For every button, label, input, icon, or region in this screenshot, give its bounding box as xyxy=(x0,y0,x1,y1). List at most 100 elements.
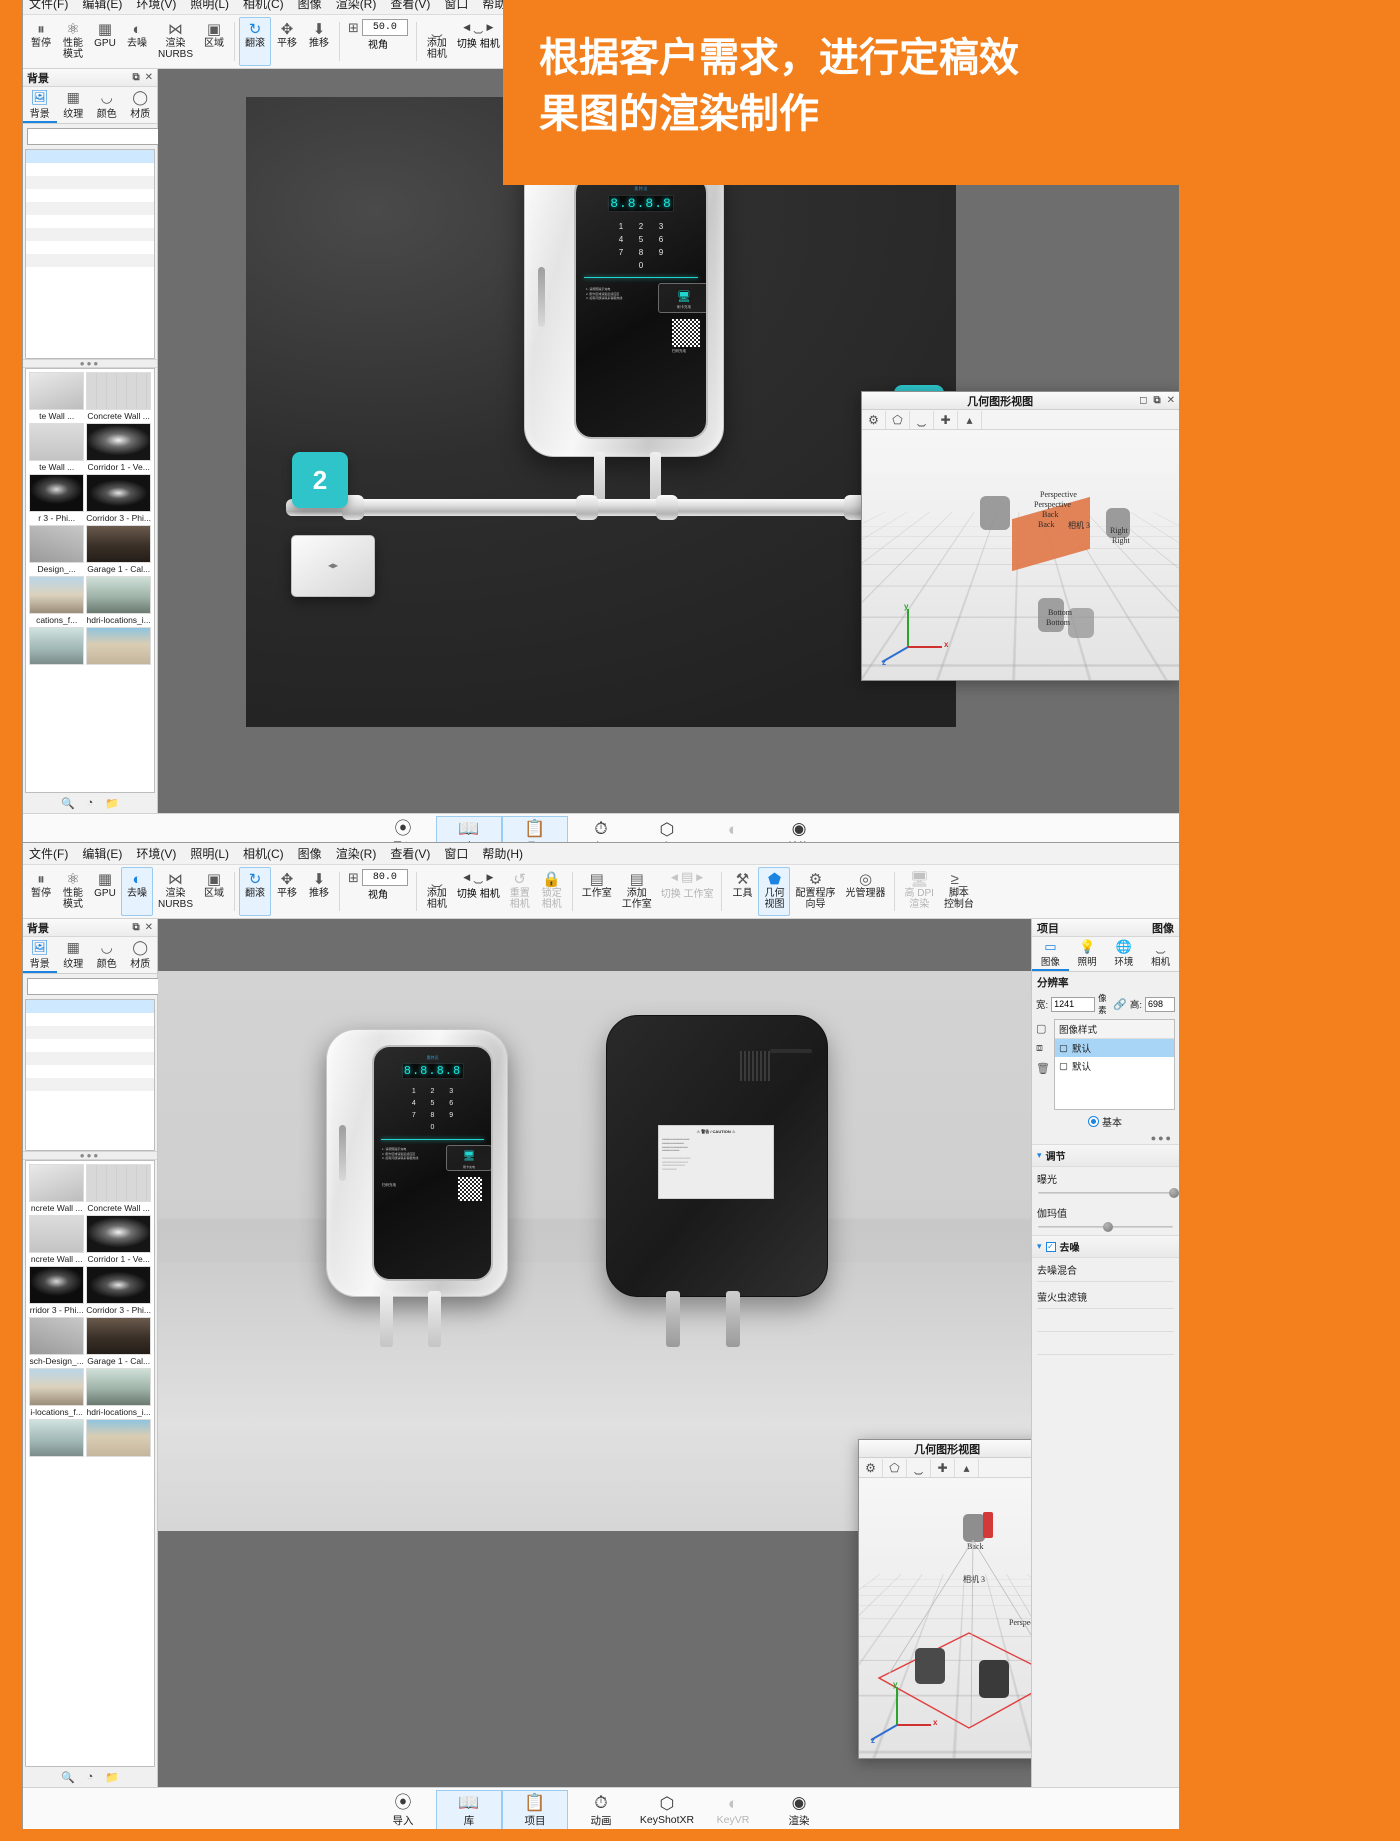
menu-item-file[interactable]: 文件(F) xyxy=(29,845,68,862)
toolbar-performance-mode[interactable]: ⚛ 性能 模式 xyxy=(57,17,89,66)
toolbar-tumble[interactable]: ↻ 翻滚 xyxy=(239,17,272,66)
library-tabs[interactable]: 🖼 背景 ▦ 纹理 ◡ 颜色 ◯ 材质 xyxy=(23,937,157,974)
toolbar-switch-camera-group[interactable]: ◀ ⏡ ▶ 切换 相机 xyxy=(453,17,504,66)
library-thumbnail-item[interactable]: te Wall ... xyxy=(29,372,85,421)
tab-render[interactable]: ◉ 渲染 xyxy=(766,1790,832,1830)
tree-row[interactable] xyxy=(26,1091,154,1104)
close-icon[interactable]: ✕ xyxy=(1167,395,1175,406)
tree-row[interactable] xyxy=(26,202,154,215)
tree-row[interactable] xyxy=(26,254,154,267)
tab-project[interactable]: 📋 项目 xyxy=(502,1789,568,1830)
toolbar-reset-camera[interactable]: ↺ 重置 相机 xyxy=(504,867,536,916)
tree-row[interactable] xyxy=(26,189,154,202)
tree-row[interactable] xyxy=(26,150,154,163)
library-thumbnail-item[interactable]: rridor 3 - Phi... xyxy=(29,1266,85,1315)
library-thumbnail-item[interactable] xyxy=(86,1419,151,1458)
geometry-view-canvas[interactable]: Back 相机 3 Perspec xyxy=(859,1478,1031,1758)
library-thumbnail-grid[interactable]: ncrete Wall ... Concrete Wall ... ncrete W… xyxy=(25,1160,155,1767)
toolbar-configurator-wizard[interactable]: ⚙ 配置程序 向导 xyxy=(790,867,840,916)
menu-item-window[interactable]: 窗口 xyxy=(444,0,468,12)
tab-library[interactable]: 📖 库 xyxy=(436,1789,502,1830)
menu-item-environment[interactable]: 环境(V) xyxy=(136,845,176,862)
library-thumbnail-item[interactable]: hdri-locations_i... xyxy=(86,576,151,625)
tree-row[interactable] xyxy=(26,1000,154,1013)
library-thumbnail-item[interactable]: Corridor 1 - Ve... xyxy=(86,1215,151,1264)
bottom-tab-bar-bottom[interactable]: ⦿ 导入 📖 库 📋 项目 ⏱ 动画 ⬡ KeyShotXR ◐ KeyVR ◉… xyxy=(23,1787,1179,1831)
maximize-icon[interactable]: ◻ xyxy=(1139,395,1147,406)
style-list[interactable]: 图像样式 ▢ 默认 ▢ 默认 xyxy=(1053,1019,1175,1110)
next-camera-arrow-icon[interactable]: ▶ xyxy=(487,22,494,33)
toolbar-add-camera[interactable]: ⏡ 添加 相机 xyxy=(421,867,453,916)
toolbar-render-nurbs[interactable]: ⋈ 渲染 NURBS xyxy=(153,867,198,916)
library-thumbnail-item[interactable] xyxy=(86,627,151,666)
tab-import[interactable]: ⦿ 导入 xyxy=(370,1790,436,1830)
library-search-input[interactable] xyxy=(27,978,167,995)
tab-keyshotxr[interactable]: ⬡ KeyShotXR xyxy=(634,816,700,843)
main-toolbar-bottom[interactable]: ⏸ 暂停 ⚛ 性能 模式 ▦ GPU ◐ 去噪 ⋈ 渲染 NURBS ▣ 区域 xyxy=(23,865,1179,919)
toolbar-fov-group[interactable]: ⊞ 80.0 视角 xyxy=(344,867,412,916)
toolbar-dolly[interactable]: ⬇ 推移 xyxy=(303,17,335,66)
project-tab-environment[interactable]: 🌐 环境 xyxy=(1106,937,1143,971)
basic-mode-radio[interactable]: 基本 xyxy=(1032,1110,1179,1133)
tree-row[interactable] xyxy=(26,1013,154,1026)
library-thumbnail-item[interactable]: r 3 - Phi... xyxy=(29,474,85,523)
project-tab-image[interactable]: ▭ 图像 xyxy=(1032,937,1069,971)
tab-project[interactable]: 📋 项目 xyxy=(502,815,568,843)
tab-keyshotxr[interactable]: ⬡ KeyShotXR xyxy=(634,1790,700,1830)
menu-bar-bottom[interactable]: 文件(F) 编辑(E) 环境(V) 照明(L) 相机(C) 图像 渲染(R) 查… xyxy=(23,843,1179,865)
undock-icon[interactable]: ⧉ xyxy=(132,72,139,83)
toolbar-render-nurbs[interactable]: ⋈ 渲染 NURBS xyxy=(153,17,198,66)
tab-animation[interactable]: ⏱ 动画 xyxy=(568,816,634,844)
library-tab-color[interactable]: ◡ 颜色 xyxy=(90,937,124,973)
bottom-tab-bar-top[interactable]: ⦿ 导入 📖 库 📋 项目 ⏱ 动画 ⬡ KeyShotXR ◐ KeyVR xyxy=(23,813,1179,844)
cube-icon[interactable]: ⬠ xyxy=(883,1458,907,1477)
menu-item-camera[interactable]: 相机(C) xyxy=(243,845,284,862)
tab-import[interactable]: ⦿ 导入 xyxy=(370,816,436,844)
toolbar-high-dpi-render[interactable]: 🖥 高 DPI 渲染 xyxy=(899,867,938,916)
toolbar-pause[interactable]: ⏸ 暂停 xyxy=(25,17,57,66)
gamma-slider[interactable] xyxy=(1038,1221,1173,1233)
toolbar-gpu[interactable]: ▦ GPU xyxy=(89,17,121,66)
library-thumbnail-item[interactable]: Design_... xyxy=(29,525,85,574)
toolbar-lock-camera[interactable]: 🔒 锁定 相机 xyxy=(536,867,568,916)
close-icon[interactable]: ✕ xyxy=(145,72,153,83)
slider-knob[interactable] xyxy=(1102,1222,1113,1232)
toolbar-denoise[interactable]: ◐ 去噪 xyxy=(121,17,153,66)
search-icon[interactable]: 🔍 xyxy=(61,1771,75,1784)
resolution-row[interactable]: 宽: 像素 🔗 高: xyxy=(1032,992,1179,1019)
library-thumbnail-item[interactable] xyxy=(29,627,85,666)
menu-item-camera[interactable]: 相机(C) xyxy=(243,0,284,12)
geometry-view-canvas[interactable]: Perspective Perspective Back Back 相机 3 R… xyxy=(862,430,1179,680)
library-thumbnail-item[interactable]: sch-Design_... xyxy=(29,1317,85,1366)
library-thumbnail-grid[interactable]: te Wall ... Concrete Wall ... te Wall ... C… xyxy=(25,368,155,793)
library-thumbnail-item[interactable]: i-locations_f... xyxy=(29,1368,85,1417)
library-footer[interactable]: 🔍 ◔ 📁 xyxy=(23,793,157,813)
menu-item-environment[interactable]: 环境(V) xyxy=(136,0,176,12)
library-search-row[interactable]: 🗁 🗂 ↻ xyxy=(23,124,213,149)
style-row-selected[interactable]: ▢ 默认 xyxy=(1054,1039,1174,1057)
library-tabs[interactable]: 🖼 背景 ▦ 纹理 ◡ 颜色 ◯ 材质 xyxy=(23,87,157,124)
camera-icon[interactable]: ⏡ xyxy=(910,410,934,429)
toolbar-tumble[interactable]: ↻ 翻滚 xyxy=(239,867,272,916)
library-thumbnail-item[interactable]: ncrete Wall ... xyxy=(29,1164,85,1213)
exposure-slider[interactable] xyxy=(1038,1187,1179,1199)
library-thumbnail-item[interactable]: Concrete Wall ... xyxy=(86,372,151,421)
tab-library[interactable]: 📖 库 xyxy=(436,815,502,843)
duplicate-style-icon[interactable]: ⧈ xyxy=(1036,1042,1050,1055)
folder-icon[interactable]: 📁 xyxy=(105,797,119,810)
next-studio-arrow-icon[interactable]: ▶ xyxy=(696,872,703,883)
library-thumbnail-item[interactable]: ncrete Wall ... xyxy=(29,1215,85,1264)
menu-item-render[interactable]: 渲染(R) xyxy=(336,845,377,862)
menu-item-help[interactable]: 帮助(H) xyxy=(482,845,523,862)
library-tree[interactable] xyxy=(25,999,155,1151)
folder-icon[interactable]: 📁 xyxy=(105,1771,119,1784)
width-input[interactable] xyxy=(1051,996,1096,1012)
menu-item-view[interactable]: 查看(V) xyxy=(390,0,430,12)
tree-row[interactable] xyxy=(26,241,154,254)
menu-item-window[interactable]: 窗口 xyxy=(444,845,468,862)
library-thumbnail-item[interactable]: Corridor 3 - Phi... xyxy=(86,474,151,523)
toolbar-gpu[interactable]: ▦ GPU xyxy=(89,867,121,916)
toolbar-studio[interactable]: ▤ 工作室 xyxy=(577,867,617,916)
tree-row[interactable] xyxy=(26,267,154,280)
geometry-view-panel-top[interactable]: 几何图形视图 ◻ ⧉ ✕ ⚙ ⬠ ⏡ ✚ ▴ Perspective Persp… xyxy=(861,391,1179,681)
